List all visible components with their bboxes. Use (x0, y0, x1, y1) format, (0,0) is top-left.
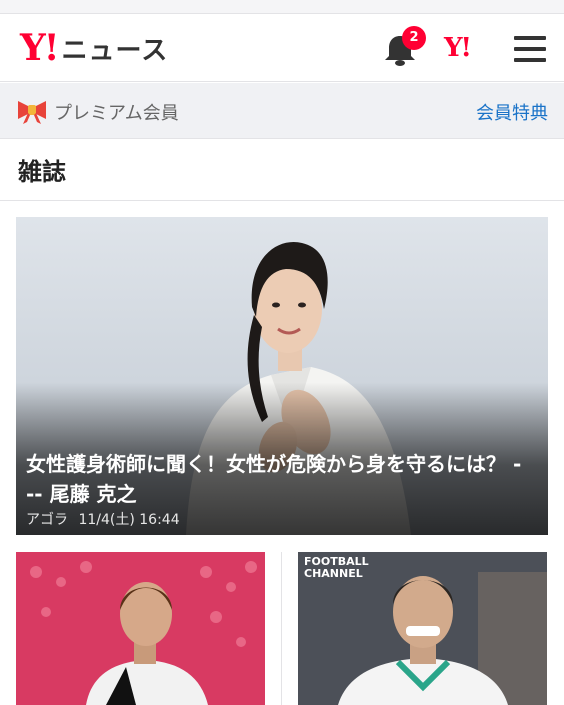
article-thumbnail-1[interactable] (16, 552, 265, 705)
app-header: Y! ニュース 2 Y! (0, 14, 564, 82)
hero-headline: 女性護身術師に聞く！女性が危険から身を守るには？ --- 尾藤 克之 (26, 452, 522, 506)
notifications-button[interactable]: 2 (380, 26, 426, 70)
premium-member-label: プレミアム会員 (54, 103, 179, 124)
logo-y-mark: Y! (20, 27, 59, 69)
soccer-player-photo (16, 552, 265, 705)
yahoo-news-logo[interactable]: Y! ニュース (20, 27, 169, 69)
yahoo-account-icon[interactable]: Y! (444, 33, 472, 63)
hamburger-menu-icon[interactable] (514, 34, 546, 64)
top-strip (0, 0, 564, 14)
hero-meta: アゴラ 11/4(土) 16:44 (26, 509, 180, 529)
hero-timestamp: 11/4(土) 16:44 (78, 512, 180, 528)
hero-source: アゴラ (26, 512, 68, 528)
ribbon-icon (18, 101, 46, 124)
article-thumbnail-2[interactable]: FOOTBALL CHANNEL (298, 552, 547, 705)
section-divider (0, 200, 564, 201)
football-channel-logo: FOOTBALL CHANNEL (304, 556, 369, 580)
brand-line-2: CHANNEL (304, 567, 363, 580)
member-benefits-link[interactable]: 会員特典 (476, 99, 548, 125)
hero-article-card[interactable]: 女性護身術師に聞く！女性が危険から身を守るには？ --- 尾藤 克之 アゴラ 1… (16, 217, 548, 535)
premium-bar[interactable]: プレミアム会員 会員特典 (0, 83, 564, 139)
logo-news-text: ニュース (61, 35, 169, 66)
page-title: 雑誌 (18, 158, 66, 186)
notification-badge: 2 (402, 26, 426, 50)
thumbnail-divider (281, 552, 282, 705)
